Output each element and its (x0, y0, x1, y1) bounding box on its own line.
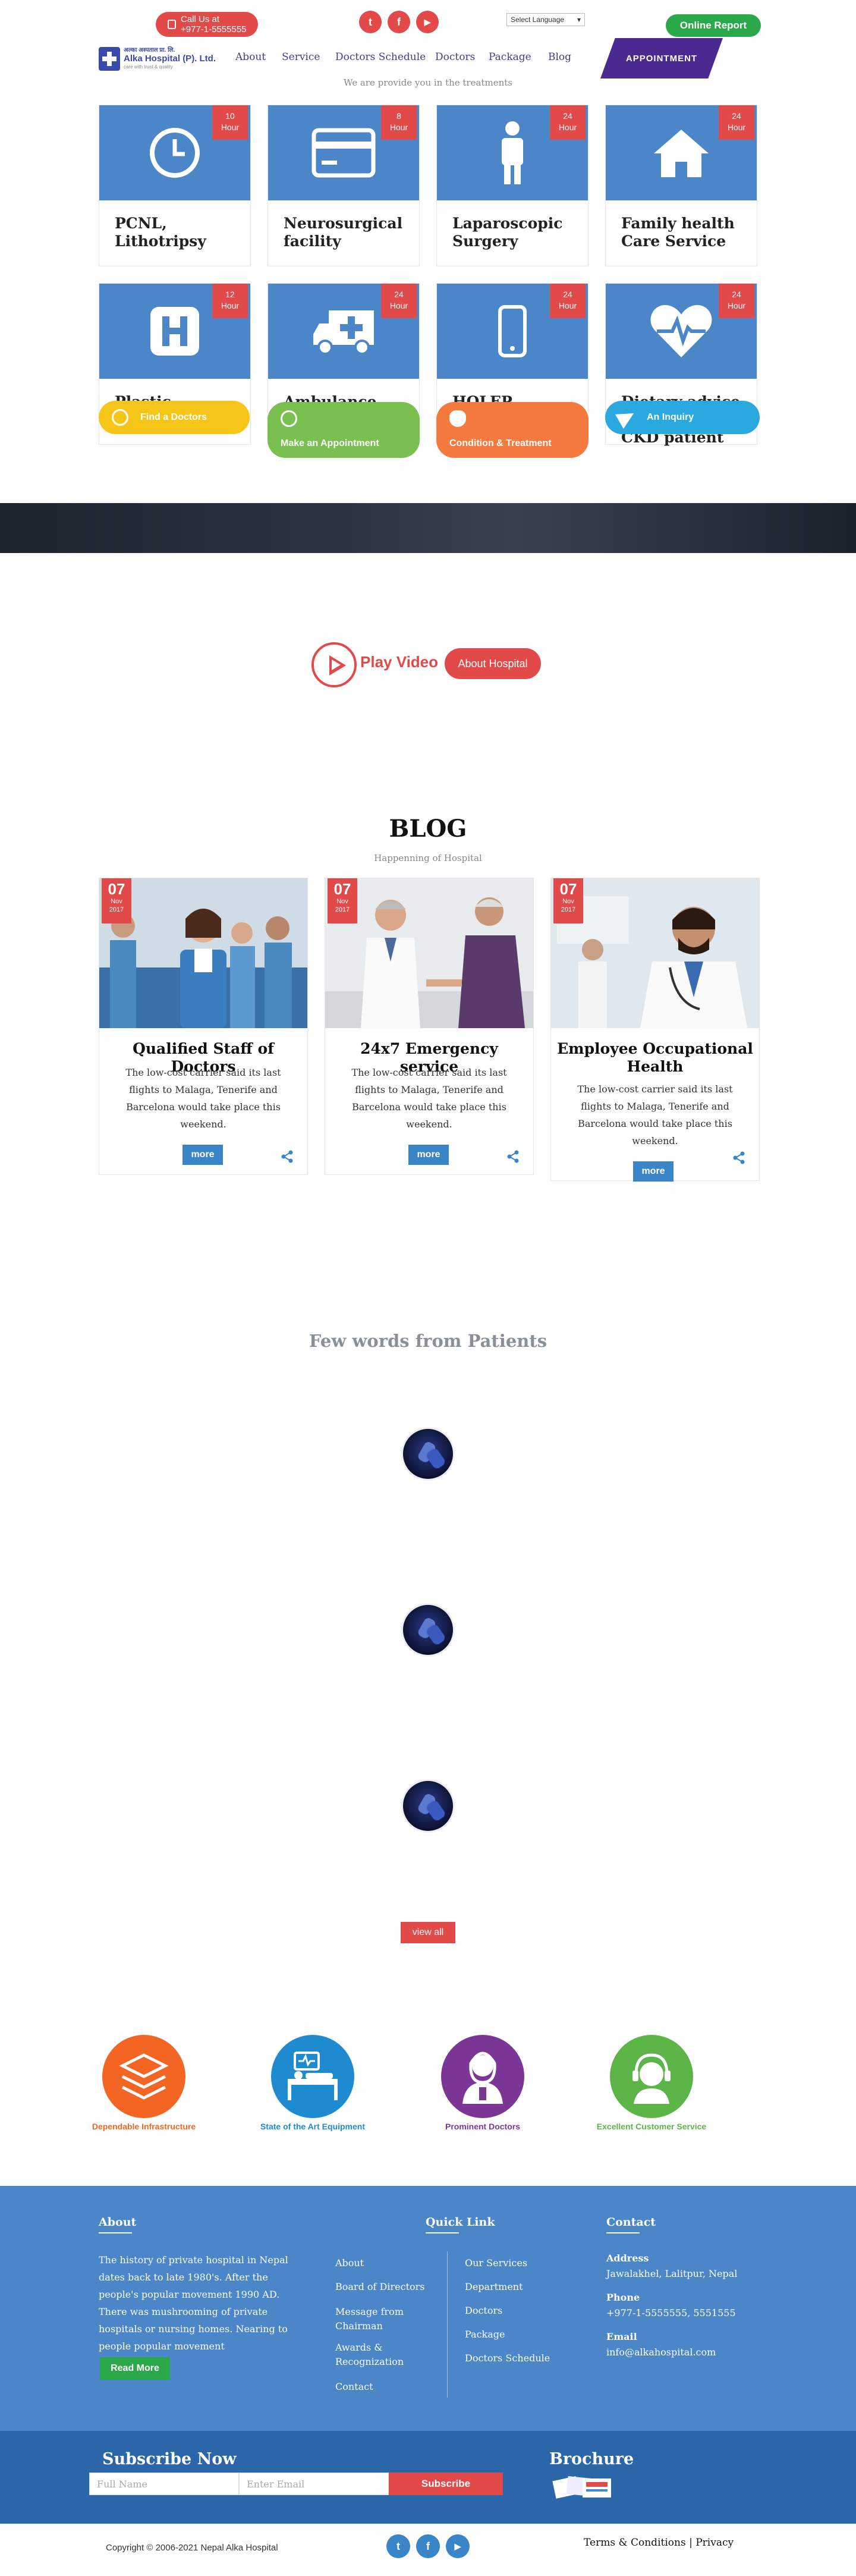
blog-subheading: Happenning of Hospital (374, 853, 482, 863)
condition-treatment-button[interactable]: Condition & Treatment (436, 402, 588, 458)
footer-link-doctors[interactable]: Doctors (465, 2305, 502, 2316)
logo[interactable]: अल्का अस्पताल प्रा. लि. Alka Hospital (P… (99, 44, 221, 74)
patient-avatar (401, 1427, 455, 1481)
nav-doctors-schedule[interactable]: Doctors Schedule (335, 51, 426, 63)
email-input[interactable]: Enter Email (239, 2473, 389, 2495)
terms-privacy-links[interactable]: Terms & Conditions | Privacy (584, 2537, 734, 2549)
footer-link-contact[interactable]: Contact (335, 2381, 373, 2392)
footer-link-message[interactable]: Message from Chairman (335, 2305, 430, 2333)
customer-service-icon (610, 2035, 693, 2118)
nav-doctors[interactable]: Doctors (435, 51, 475, 63)
service-card[interactable]: 8 Hour Neurosurgical facility (268, 105, 420, 266)
phone-icon (168, 20, 176, 29)
footer-address: Jawalakhel, Lalitpur, Nepal (606, 2268, 738, 2279)
blog-card[interactable]: 07 Nov 2017 Qualified Staff of Doctors The… (99, 878, 308, 1175)
language-select[interactable]: Select Language ▾ (506, 13, 585, 26)
full-name-input[interactable]: Full Name (89, 2473, 239, 2495)
hero-image-band (0, 503, 856, 553)
patient-avatar (401, 1603, 455, 1657)
feature-label: Prominent Doctors (445, 2122, 520, 2131)
more-button[interactable]: more (182, 1145, 223, 1165)
footer-about-heading: About (99, 2216, 137, 2229)
feature-label: Dependable Infrastructure (92, 2122, 196, 2131)
nav-service[interactable]: Service (282, 51, 320, 63)
footer-link-awards[interactable]: Awards & Recognization (335, 2341, 424, 2369)
blog-card[interactable]: 07 Nov 2017 24x7 Emergency service The low… (325, 878, 534, 1175)
paper-plane-icon (615, 406, 638, 429)
copyright: Copyright © 2006-2021 Nepal Alka Hospita… (106, 2543, 278, 2553)
read-more-button[interactable]: Read More (100, 2357, 170, 2380)
subscribe-heading: Subscribe Now (102, 2450, 237, 2468)
infrastructure-icon (102, 2035, 185, 2118)
brochure-icon[interactable] (549, 2474, 621, 2502)
blog-card[interactable]: 07 Nov 2017 Employee Occupational Health T… (550, 878, 760, 1182)
find-doctors-button[interactable]: Find a Doctors (99, 401, 250, 434)
footer-link-schedule[interactable]: Doctors Schedule (465, 2352, 550, 2364)
play-icon[interactable] (311, 642, 357, 687)
chevron-down-icon: ▾ (577, 15, 581, 24)
youtube-icon[interactable]: ▶ (416, 11, 439, 33)
service-card[interactable]: 24 Hour Family health Care Service (605, 105, 757, 266)
doctor-icon (441, 2035, 524, 2118)
view-all-button[interactable]: view all (401, 1922, 455, 1943)
footer-link-about[interactable]: About (335, 2257, 364, 2269)
twitter-icon[interactable]: t (386, 2534, 410, 2558)
call-us-button[interactable]: Call Us at +977-1-5555555 (156, 12, 258, 37)
facebook-icon[interactable]: f (388, 11, 410, 33)
play-video-link[interactable]: Play Video (360, 653, 438, 671)
nav-blog[interactable]: Blog (548, 51, 571, 63)
stethoscope-icon (112, 409, 128, 426)
more-button[interactable]: more (633, 1161, 674, 1182)
footer-link-services[interactable]: Our Services (465, 2257, 527, 2269)
about-hospital-button[interactable]: About Hospital (445, 648, 541, 679)
nav-about[interactable]: About (235, 51, 266, 63)
more-button[interactable]: more (408, 1145, 449, 1165)
footer-email[interactable]: info@alkahospital.com (606, 2346, 716, 2358)
blog-heading: BLOG (389, 815, 467, 843)
feature-label: State of the Art Equipment (260, 2122, 366, 2131)
share-icon[interactable] (506, 1149, 520, 1164)
service-card[interactable]: 10 Hour PCNL, Lithotripsy (99, 105, 251, 266)
heart-icon (449, 410, 466, 427)
services-subtitle: We are provide you in the treatments (344, 77, 512, 88)
feature-label: Excellent Customer Service (596, 2122, 707, 2131)
make-appointment-button[interactable]: Make an Appointment (268, 402, 420, 458)
patient-avatar (401, 1779, 455, 1833)
inquiry-button[interactable]: An Inquiry (605, 401, 760, 434)
nav-package[interactable]: Package (489, 51, 531, 63)
facebook-icon[interactable]: f (416, 2534, 440, 2558)
footer-about-text: The history of private hospital in Nepal… (99, 2254, 288, 2352)
equipment-icon (271, 2035, 354, 2118)
subscribe-button[interactable]: Subscribe (389, 2473, 503, 2495)
appointment-button[interactable]: APPOINTMENT (600, 38, 723, 78)
clock-icon (281, 410, 297, 427)
footer-phone: +977-1-5555555, 5551555 (606, 2307, 736, 2319)
footer-contact-heading: Contact (606, 2216, 656, 2229)
brochure-heading: Brochure (549, 2450, 634, 2468)
footer-link-board[interactable]: Board of Directors (335, 2281, 425, 2292)
footer-link-department[interactable]: Department (465, 2281, 523, 2292)
twitter-icon[interactable]: t (359, 11, 382, 33)
service-card[interactable]: 24 Hour Laparoscopic Surgery (436, 105, 588, 266)
patients-heading: Few words from Patients (309, 1331, 547, 1351)
footer-quick-link-heading: Quick Link (426, 2216, 495, 2229)
share-icon[interactable] (280, 1149, 294, 1164)
hospital-cross-icon (99, 47, 120, 71)
youtube-icon[interactable]: ▶ (446, 2534, 470, 2558)
online-report-button[interactable]: Online Report (666, 14, 761, 37)
share-icon[interactable] (732, 1151, 746, 1165)
footer-link-package[interactable]: Package (465, 2329, 505, 2340)
